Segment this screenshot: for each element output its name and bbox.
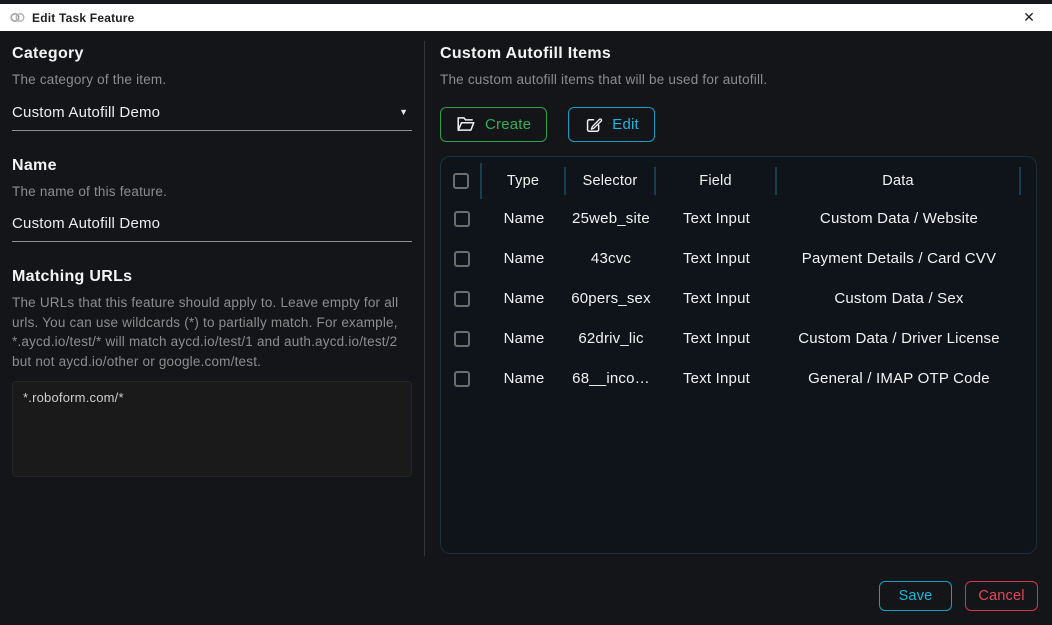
cell-selector: 60pers_sex <box>566 290 656 307</box>
cell-type: Name <box>482 330 566 347</box>
custom-autofill-items-description: The custom autofill items that will be u… <box>440 70 1037 90</box>
custom-autofill-items-title: Custom Autofill Items <box>440 45 1037 63</box>
create-button-label: Create <box>485 116 531 133</box>
row-checkbox[interactable] <box>454 211 470 227</box>
header-data[interactable]: Data <box>777 167 1021 195</box>
table-row[interactable]: Name 25web_site Text Input Custom Data /… <box>441 199 1036 239</box>
matching-urls-label: Matching URLs <box>12 268 412 286</box>
name-input[interactable] <box>12 215 412 242</box>
matching-urls-description: The URLs that this feature should apply … <box>12 293 412 371</box>
cell-data: Payment Details / Card CVV <box>777 250 1021 267</box>
cell-selector: 68__inco… <box>566 370 656 387</box>
cell-type: Name <box>482 370 566 387</box>
right-panel: Custom Autofill Items The custom autofil… <box>425 31 1052 625</box>
cell-data: General / IMAP OTP Code <box>777 370 1021 387</box>
category-select[interactable]: Custom Autofill Demo ▼ <box>12 104 412 131</box>
row-checkbox[interactable] <box>454 371 470 387</box>
cell-type: Name <box>482 250 566 267</box>
table-header-row: Type Selector Field Data <box>441 163 1036 199</box>
chevron-down-icon: ▼ <box>399 107 408 117</box>
category-label: Category <box>12 45 412 63</box>
category-group: Category The category of the item. Custo… <box>12 45 412 131</box>
table-row[interactable]: Name 62driv_lic Text Input Custom Data /… <box>441 319 1036 359</box>
row-checkbox[interactable] <box>454 331 470 347</box>
cell-type: Name <box>482 210 566 227</box>
table-row[interactable]: Name 68__inco… Text Input General / IMAP… <box>441 359 1036 399</box>
row-checkbox[interactable] <box>454 291 470 307</box>
cell-field: Text Input <box>656 250 777 267</box>
cancel-button[interactable]: Cancel <box>965 581 1038 611</box>
table-actions: Create Edit <box>440 107 1037 142</box>
cell-field: Text Input <box>656 210 777 227</box>
cell-field: Text Input <box>656 370 777 387</box>
header-checkbox-cell <box>441 163 482 199</box>
dialog-body: Category The category of the item. Custo… <box>0 31 1052 625</box>
row-checkbox[interactable] <box>454 251 470 267</box>
cell-selector: 25web_site <box>566 210 656 227</box>
cell-field: Text Input <box>656 330 777 347</box>
cell-data: Custom Data / Sex <box>777 290 1021 307</box>
dialog-footer: Save Cancel <box>879 581 1038 611</box>
save-button[interactable]: Save <box>879 581 952 611</box>
edit-button[interactable]: Edit <box>568 107 655 142</box>
cell-type: Name <box>482 290 566 307</box>
window-title: Edit Task Feature <box>32 11 135 25</box>
table-row[interactable]: Name 43cvc Text Input Payment Details / … <box>441 239 1036 279</box>
header-type[interactable]: Type <box>482 167 566 195</box>
cell-selector: 43cvc <box>566 250 656 267</box>
header-field[interactable]: Field <box>656 167 777 195</box>
cell-field: Text Input <box>656 290 777 307</box>
matching-urls-group: Matching URLs The URLs that this feature… <box>12 268 412 482</box>
close-icon[interactable]: ✕ <box>1014 4 1044 31</box>
edit-button-label: Edit <box>612 116 639 133</box>
category-description: The category of the item. <box>12 70 412 90</box>
autofill-items-table: Type Selector Field Data Name 25web_site… <box>440 156 1037 554</box>
create-button[interactable]: Create <box>440 107 547 142</box>
table-row[interactable]: Name 60pers_sex Text Input Custom Data /… <box>441 279 1036 319</box>
category-select-value: Custom Autofill Demo <box>12 104 160 121</box>
cell-data: Custom Data / Website <box>777 210 1021 227</box>
app-logo-icon <box>10 10 25 25</box>
matching-urls-textarea[interactable]: *.roboform.com/* <box>12 381 412 477</box>
edit-pencil-icon <box>584 115 603 134</box>
cell-selector: 62driv_lic <box>566 330 656 347</box>
name-label: Name <box>12 157 412 175</box>
title-bar: Edit Task Feature ✕ <box>0 4 1052 31</box>
folder-icon <box>456 115 476 133</box>
header-selector[interactable]: Selector <box>566 167 656 195</box>
left-panel: Category The category of the item. Custo… <box>0 31 412 625</box>
name-description: The name of this feature. <box>12 182 412 202</box>
select-all-checkbox[interactable] <box>453 173 469 189</box>
cell-data: Custom Data / Driver License <box>777 330 1021 347</box>
name-group: Name The name of this feature. <box>12 157 412 243</box>
